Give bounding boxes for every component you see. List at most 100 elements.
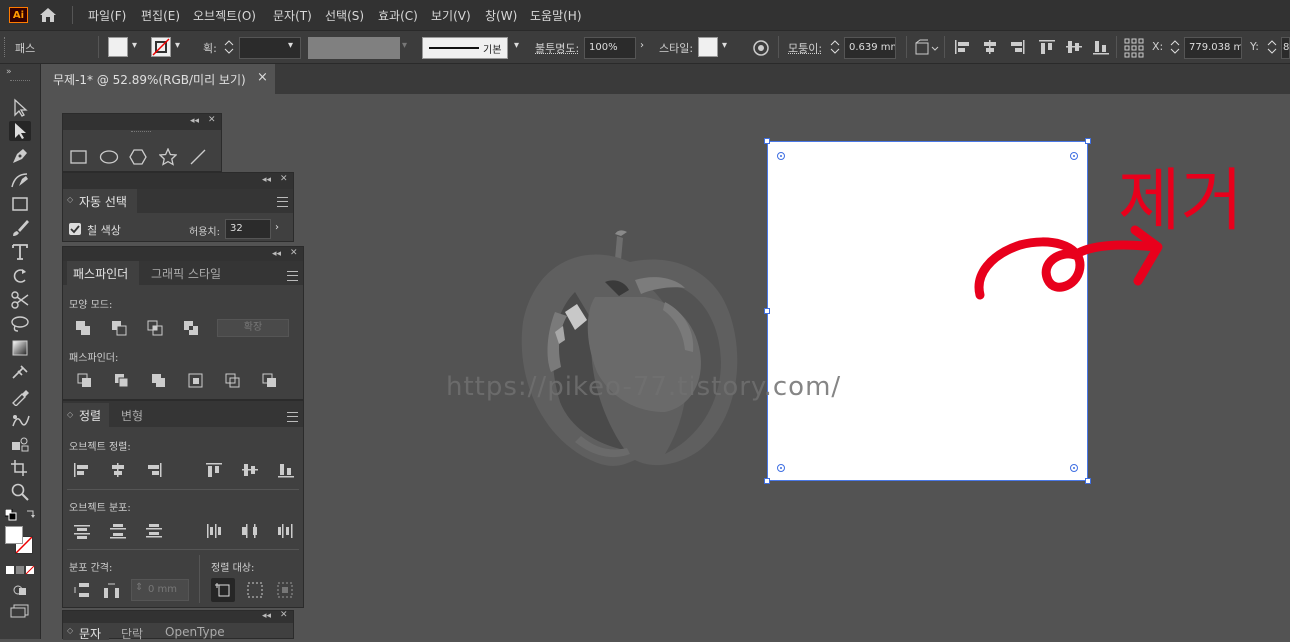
collapse-icon[interactable]: ◂◂ bbox=[272, 249, 281, 259]
distribute-left-icon[interactable] bbox=[205, 523, 223, 542]
scissors-tool-icon[interactable] bbox=[9, 290, 31, 310]
document-tab[interactable]: 무제-1* @ 52.89%(RGB/미리 보기) × bbox=[41, 64, 275, 94]
rotate-tool-icon[interactable] bbox=[9, 266, 31, 286]
eyedropper-tool-icon[interactable] bbox=[9, 386, 31, 407]
artboard-tool-icon[interactable] bbox=[9, 458, 31, 478]
chevron-down-icon[interactable]: ▾ bbox=[132, 40, 137, 51]
paintbrush-tool-icon[interactable] bbox=[9, 218, 31, 238]
spacing-input[interactable]: ⇕ 0 mm bbox=[131, 579, 189, 601]
corner-label[interactable]: 모퉁이: bbox=[788, 40, 822, 56]
align-top-icon[interactable] bbox=[205, 462, 223, 481]
chevron-down-icon[interactable]: ▾ bbox=[722, 40, 727, 51]
rectangle-icon[interactable] bbox=[70, 149, 88, 168]
distribute-bottom-icon[interactable] bbox=[145, 523, 163, 542]
selection-handle[interactable] bbox=[1085, 138, 1091, 144]
selection-handle[interactable] bbox=[1085, 478, 1091, 484]
corner-widget-icon[interactable] bbox=[777, 152, 785, 160]
close-tab-icon[interactable]: × bbox=[257, 70, 268, 85]
blend-tool-icon[interactable] bbox=[9, 410, 31, 430]
stepper-icon[interactable] bbox=[222, 38, 236, 56]
type-tool-icon[interactable] bbox=[9, 242, 31, 262]
default-fill-stroke-icon[interactable] bbox=[4, 508, 17, 521]
shape-options-icon[interactable] bbox=[914, 39, 940, 57]
panel-menu-icon[interactable] bbox=[287, 412, 298, 422]
chevron-down-icon[interactable]: ▾ bbox=[402, 40, 407, 51]
line-icon[interactable] bbox=[189, 148, 207, 169]
menu-view[interactable]: 보기(V) bbox=[431, 7, 471, 24]
distribute-right-icon[interactable] bbox=[277, 523, 295, 542]
align-vertical-center-icon[interactable] bbox=[241, 462, 259, 481]
align-top-icon[interactable] bbox=[1038, 39, 1056, 58]
lasso-tool-icon[interactable] bbox=[9, 314, 31, 334]
fill-color-checkbox[interactable] bbox=[69, 223, 81, 235]
outline-icon[interactable] bbox=[225, 373, 241, 392]
close-icon[interactable]: ✕ bbox=[280, 610, 288, 620]
reference-point-icon[interactable] bbox=[1124, 38, 1144, 61]
chevron-right-icon[interactable]: › bbox=[275, 222, 279, 233]
stepper-icon[interactable]: ⇕ bbox=[135, 582, 143, 593]
menu-select[interactable]: 선택(S) bbox=[325, 7, 364, 24]
tab-pathfinder[interactable]: 패스파인더 bbox=[67, 261, 139, 285]
align-bottom-icon[interactable] bbox=[277, 462, 295, 481]
selection-handle[interactable] bbox=[764, 138, 770, 144]
stroke-swatch[interactable] bbox=[151, 37, 171, 57]
tab-magic-wand[interactable]: ◇ 자동 선택 bbox=[63, 189, 137, 213]
tab-graphic-styles[interactable]: 그래픽 스타일 bbox=[151, 265, 221, 282]
chevron-down-icon[interactable]: ▾ bbox=[175, 40, 180, 51]
tab-transform[interactable]: 변형 bbox=[121, 407, 143, 424]
tab-opentype[interactable]: OpenType bbox=[165, 625, 225, 639]
close-icon[interactable]: ✕ bbox=[280, 174, 288, 184]
curvature-tool-icon[interactable] bbox=[9, 170, 31, 190]
expand-button[interactable]: 확장 bbox=[217, 319, 289, 337]
stepper-icon[interactable] bbox=[1265, 38, 1279, 56]
graphic-style-swatch[interactable] bbox=[698, 37, 718, 57]
expand-toggle-icon[interactable]: ◇ bbox=[67, 626, 73, 635]
distribute-horizontal-center-icon[interactable] bbox=[241, 523, 259, 542]
polygon-icon[interactable] bbox=[129, 149, 147, 168]
minus-back-icon[interactable] bbox=[262, 373, 278, 392]
apple-image[interactable] bbox=[515, 222, 745, 478]
recolor-artwork-icon[interactable] bbox=[752, 39, 770, 57]
align-vertical-center-icon[interactable] bbox=[1065, 39, 1083, 58]
align-right-icon[interactable] bbox=[145, 462, 163, 481]
divide-icon[interactable] bbox=[77, 373, 93, 392]
merge-icon[interactable] bbox=[151, 373, 167, 392]
align-to-selection-icon[interactable] bbox=[245, 580, 265, 603]
menu-edit[interactable]: 편집(E) bbox=[141, 7, 180, 24]
corner-widget-icon[interactable] bbox=[1070, 152, 1078, 160]
align-left-icon[interactable] bbox=[73, 462, 91, 481]
align-bottom-icon[interactable] bbox=[1092, 39, 1110, 58]
corner-radius-input[interactable]: 0.639 mm bbox=[844, 37, 896, 59]
chevron-down-icon[interactable]: ▾ bbox=[288, 40, 293, 51]
selection-handle[interactable] bbox=[764, 308, 770, 314]
close-icon[interactable]: ✕ bbox=[290, 248, 298, 258]
horizontal-distribute-space-icon[interactable] bbox=[103, 582, 121, 601]
corner-widget-icon[interactable] bbox=[777, 464, 785, 472]
unite-icon[interactable] bbox=[75, 320, 91, 339]
color-mode-icons[interactable] bbox=[6, 564, 36, 575]
distribute-top-icon[interactable] bbox=[73, 523, 91, 542]
opacity-input[interactable]: 100% bbox=[584, 37, 636, 59]
pen-tool-icon[interactable] bbox=[9, 146, 31, 166]
expand-toggle-icon[interactable]: ◇ bbox=[67, 195, 73, 204]
expand-toggle-icon[interactable]: ◇ bbox=[67, 410, 73, 419]
panel-menu-icon[interactable] bbox=[277, 197, 288, 207]
symbol-sprayer-tool-icon[interactable] bbox=[9, 434, 31, 454]
swap-fill-stroke-icon[interactable] bbox=[25, 509, 37, 521]
drawing-mode-icon[interactable] bbox=[12, 583, 28, 597]
align-horizontal-center-icon[interactable] bbox=[109, 462, 127, 481]
menu-help[interactable]: 도움말(H) bbox=[530, 7, 582, 24]
corner-widget-icon[interactable] bbox=[1070, 464, 1078, 472]
ellipse-icon[interactable] bbox=[99, 149, 119, 168]
chevron-right-icon[interactable]: › bbox=[640, 40, 644, 51]
y-input[interactable]: 8 bbox=[1281, 37, 1290, 59]
align-right-icon[interactable] bbox=[1008, 39, 1026, 58]
collapse-icon[interactable]: » bbox=[6, 67, 12, 77]
selection-tool-icon[interactable] bbox=[9, 98, 31, 118]
screen-mode-icon[interactable] bbox=[10, 604, 30, 618]
gradient-tool-icon[interactable] bbox=[9, 338, 31, 358]
collapse-icon[interactable]: ◂◂ bbox=[190, 116, 199, 126]
tab-align[interactable]: ◇ 정렬 bbox=[63, 403, 109, 427]
brush-definition[interactable]: 기본 bbox=[422, 37, 508, 59]
vertical-distribute-space-icon[interactable] bbox=[73, 582, 91, 601]
